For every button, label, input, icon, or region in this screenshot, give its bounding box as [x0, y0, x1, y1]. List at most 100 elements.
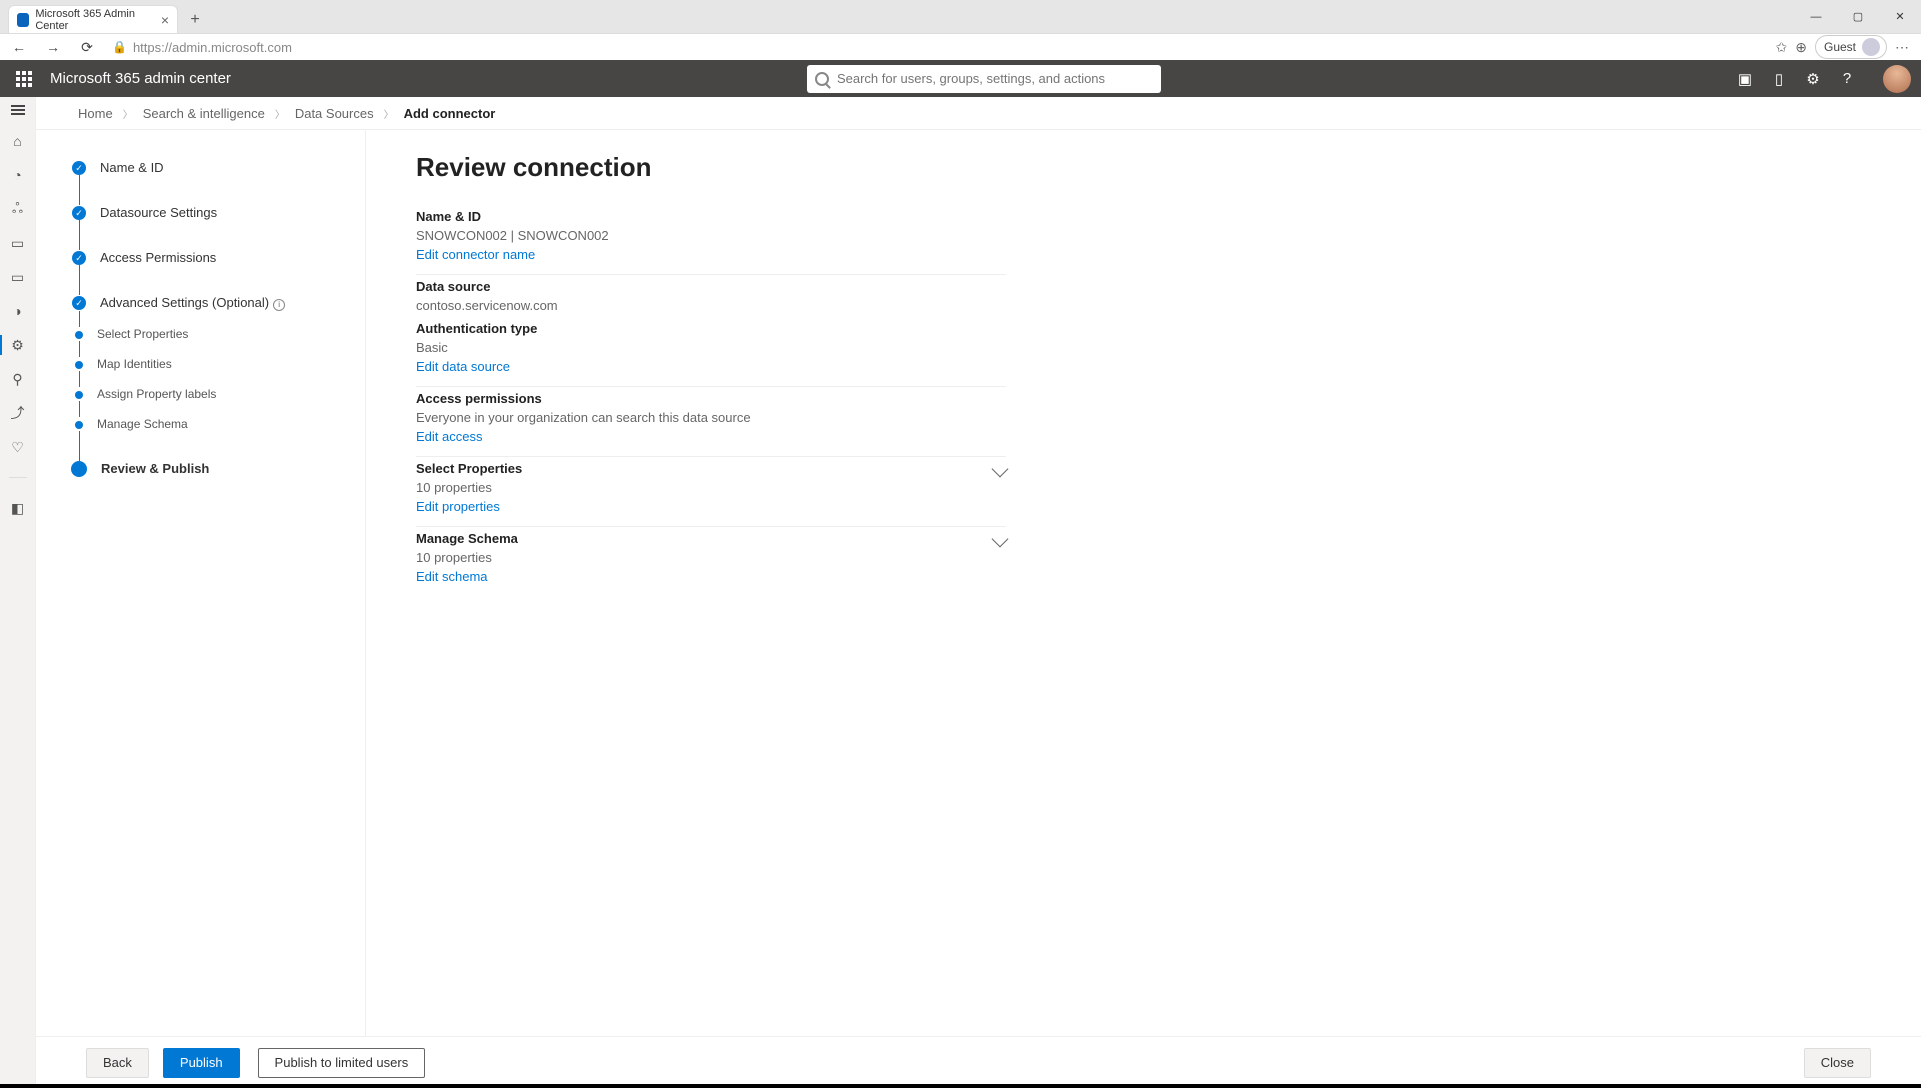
address-bar: ← → ⟳ 🔒 https://admin.microsoft.com ✩ ⊕ …	[0, 33, 1921, 60]
rail-divider	[9, 477, 27, 478]
publish-button[interactable]: Publish	[163, 1048, 240, 1078]
user-avatar[interactable]	[1883, 65, 1911, 93]
edit-schema-link[interactable]: Edit schema	[416, 569, 488, 584]
search-wrap	[807, 65, 1161, 93]
step-label: Access Permissions	[100, 250, 216, 265]
content-row: Name & ID Datasource Settings Access Per…	[36, 130, 1921, 1036]
card-icon[interactable]: ▭	[10, 269, 26, 285]
support-icon[interactable]: ◑	[10, 303, 26, 319]
browser-chrome: Microsoft 365 Admin Center × + — ▢ ✕ ← →…	[0, 0, 1921, 60]
setup-icon[interactable]: ⚲	[10, 371, 26, 387]
step-advanced[interactable]: Advanced Settings (Optional)i	[72, 295, 345, 311]
step-dot-icon	[75, 421, 83, 429]
search-input[interactable]	[837, 71, 1153, 86]
mobile-icon[interactable]: ▯	[1771, 70, 1787, 88]
search-icon	[815, 72, 829, 86]
section-name-id: Name & ID SNOWCON002 | SNOWCON002 Edit c…	[416, 205, 1006, 275]
step-connector	[79, 175, 345, 205]
section-heading: Select Properties	[416, 461, 1006, 476]
step-dot-icon	[75, 331, 83, 339]
step-select-props[interactable]: Select Properties	[72, 327, 345, 341]
back-button[interactable]: Back	[86, 1048, 149, 1078]
search-box[interactable]	[807, 65, 1161, 93]
step-access[interactable]: Access Permissions	[72, 250, 345, 265]
ms-header: Microsoft 365 admin center ▣ ▯ ⚙ ?	[0, 60, 1921, 97]
billing-icon[interactable]: ▭	[10, 235, 26, 251]
tab-title: Microsoft 365 Admin Center	[35, 8, 154, 32]
reports-icon[interactable]: ⤴	[10, 405, 26, 421]
step-label: Advanced Settings (Optional)i	[100, 295, 285, 311]
breadcrumb: Home 〉 Search & intelligence 〉 Data Sour…	[36, 97, 1921, 130]
step-datasource[interactable]: Datasource Settings	[72, 205, 345, 220]
section-value: 10 properties	[416, 550, 1006, 565]
wizard-panel: Name & ID Datasource Settings Access Per…	[36, 130, 366, 1036]
home-icon[interactable]: ⌂	[10, 133, 26, 149]
nav-toggle-icon[interactable]	[11, 105, 25, 115]
step-label: Assign Property labels	[97, 387, 216, 401]
step-active-icon	[71, 461, 87, 477]
guest-profile-chip[interactable]: Guest	[1815, 35, 1887, 59]
collections-icon[interactable]: ⊕	[1795, 39, 1807, 56]
users-icon[interactable]: ◔	[10, 167, 26, 183]
publish-limited-button[interactable]: Publish to limited users	[258, 1048, 426, 1078]
step-review-publish[interactable]: Review & Publish	[72, 461, 345, 477]
step-label: Map Identities	[97, 357, 172, 371]
section-value: 10 properties	[416, 480, 1006, 495]
help-icon[interactable]: ?	[1839, 70, 1855, 87]
refresh-icon[interactable]: ⟳	[72, 34, 102, 61]
step-assign-labels[interactable]: Assign Property labels	[72, 387, 345, 401]
edit-connector-name-link[interactable]: Edit connector name	[416, 247, 535, 262]
step-label: Datasource Settings	[100, 205, 217, 220]
step-map-identities[interactable]: Map Identities	[72, 357, 345, 371]
close-button[interactable]: Close	[1804, 1048, 1871, 1078]
lock-icon: 🔒	[112, 40, 127, 54]
forward-icon[interactable]: →	[38, 34, 68, 61]
browser-tab[interactable]: Microsoft 365 Admin Center ×	[8, 5, 178, 33]
breadcrumb-search-intel[interactable]: Search & intelligence	[143, 106, 265, 121]
favorites-icon[interactable]: ✩	[1776, 39, 1788, 56]
step-check-icon	[72, 206, 86, 220]
breadcrumb-data-sources[interactable]: Data Sources	[295, 106, 374, 121]
info-icon[interactable]: i	[273, 299, 285, 311]
taskbar-sliver	[0, 1084, 1921, 1088]
browser-menu-icon[interactable]: ⋯	[1895, 39, 1909, 56]
app-launcher-icon[interactable]	[10, 65, 38, 93]
tab-close-icon[interactable]: ×	[161, 12, 169, 28]
close-window-icon[interactable]: ✕	[1879, 0, 1921, 33]
step-connector	[79, 220, 345, 250]
address-bar-right: ✩ ⊕ Guest ⋯	[1776, 35, 1917, 59]
url-text: https://admin.microsoft.com	[133, 40, 292, 55]
tab-strip: Microsoft 365 Admin Center × +	[0, 0, 1921, 33]
edit-properties-link[interactable]: Edit properties	[416, 499, 500, 514]
health-icon[interactable]: ♡	[10, 439, 26, 455]
step-connector	[79, 311, 345, 327]
footer-bar: Back Publish Publish to limited users Cl…	[36, 1036, 1921, 1088]
app-shell: ⌂ ◔ ஃ ▭ ▭ ◑ ⚙ ⚲ ⤴ ♡ ◧ Home 〉 Search & in…	[0, 97, 1921, 1088]
url-box[interactable]: 🔒 https://admin.microsoft.com	[106, 34, 1772, 60]
gear-icon[interactable]: ⚙	[1805, 70, 1821, 88]
new-tab-button[interactable]: +	[182, 7, 208, 33]
terminal-icon[interactable]: ▣	[1737, 70, 1753, 88]
step-label: Select Properties	[97, 327, 188, 341]
section-properties: Select Properties 10 properties Edit pro…	[416, 457, 1006, 527]
settings-icon[interactable]: ⚙	[10, 337, 26, 353]
step-manage-schema[interactable]: Manage Schema	[72, 417, 345, 431]
maximize-icon[interactable]: ▢	[1837, 0, 1879, 33]
section-data-source: Data source contoso.servicenow.com Authe…	[416, 275, 1006, 387]
step-connector	[79, 371, 345, 387]
step-connector	[79, 265, 345, 295]
step-name-id[interactable]: Name & ID	[72, 160, 345, 175]
app-title: Microsoft 365 admin center	[50, 70, 231, 87]
app-tile-icon[interactable]: ◧	[10, 500, 26, 516]
breadcrumb-home[interactable]: Home	[78, 106, 113, 121]
auth-value: Basic	[416, 340, 1006, 355]
minimize-icon[interactable]: —	[1795, 0, 1837, 33]
edit-access-link[interactable]: Edit access	[416, 429, 482, 444]
auth-heading: Authentication type	[416, 321, 1006, 336]
groups-icon[interactable]: ஃ	[10, 201, 26, 217]
step-dot-icon	[75, 391, 83, 399]
edit-data-source-link[interactable]: Edit data source	[416, 359, 510, 374]
step-label: Review & Publish	[101, 461, 209, 476]
back-icon[interactable]: ←	[4, 34, 34, 61]
step-dot-icon	[75, 361, 83, 369]
